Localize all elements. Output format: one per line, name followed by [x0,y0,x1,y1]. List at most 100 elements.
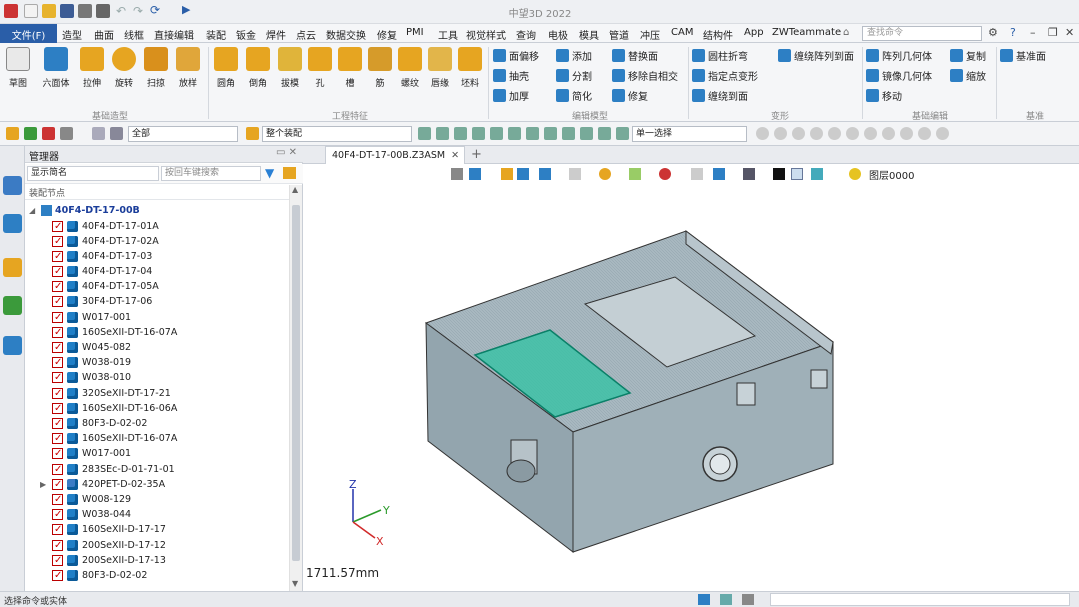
filter-funnel-icon[interactable]: ▼ [265,166,274,180]
settings-icon[interactable]: ⚙ [988,26,998,39]
visibility-checkbox[interactable] [52,477,63,492]
play-icon[interactable]: ▶ [182,3,190,16]
snap-icon[interactable] [526,127,539,140]
snap-icon[interactable] [490,127,503,140]
loft-button[interactable]: 放样 [174,47,202,89]
move-button[interactable]: 移动 [866,88,902,104]
right-connector[interactable] [810,369,828,389]
menu-item[interactable]: 模具 [579,27,599,42]
command-search-input[interactable]: 查找命令 [862,26,982,41]
menu-item[interactable]: 查询 [516,27,536,42]
circle-icon[interactable] [828,127,841,140]
visibility-checkbox[interactable] [52,310,63,325]
help-icon[interactable]: ? [1010,26,1016,39]
visibility-checkbox[interactable] [52,279,63,294]
menu-item[interactable]: 造型 [62,27,82,42]
remove-self-intersect-button[interactable]: 移除自相交 [612,68,678,84]
status-icon[interactable] [720,594,732,605]
visibility-checkbox[interactable] [52,416,63,431]
menu-item[interactable]: CAM [671,27,693,38]
circle-icon[interactable] [846,127,859,140]
visibility-checkbox[interactable] [52,522,63,537]
tree-row[interactable]: 320SeXII-DT-17-21 [25,386,289,401]
menu-item[interactable]: 修复 [377,27,397,42]
add-filter-icon[interactable] [24,127,37,140]
wrap-to-face-button[interactable]: 缠绕到面 [692,88,748,104]
circle-icon[interactable] [900,127,913,140]
scroll-up-icon[interactable]: ▲ [292,185,298,194]
tree-row[interactable]: 160SeXII-DT-16-06A [25,401,289,416]
history-icon[interactable] [3,176,22,195]
user-icon[interactable] [3,336,22,355]
menu-item[interactable]: PMI [406,27,424,38]
status-icon[interactable] [742,594,754,605]
chamfer-button[interactable]: 倒角 [244,47,272,89]
assembly-scope-combo[interactable]: 整个装配 [262,126,412,142]
thicken-button[interactable]: 加厚 [493,88,529,104]
menu-item[interactable]: 焊件 [266,27,286,42]
sketch-button[interactable]: 草图 [4,47,32,89]
tree-row[interactable]: 40F4-DT-17-03 [25,249,289,264]
tree-row[interactable]: 160SeXII-DT-16-07A [25,431,289,446]
document-tab[interactable]: 40F4-DT-17-00B.Z3ASM ✕ [325,146,465,164]
circle-icon[interactable] [756,127,769,140]
visibility-checkbox[interactable] [52,431,63,446]
circle-icon[interactable] [792,127,805,140]
tree-row[interactable]: W038-010 [25,370,289,385]
extrude-button[interactable]: 拉伸 [78,47,106,89]
menu-item[interactable]: 直接编辑 [154,27,194,42]
tree-row[interactable]: 160SeXII-DT-16-07A [25,325,289,340]
assembly-tree-icon[interactable] [3,214,22,233]
visibility-checkbox[interactable] [52,553,63,568]
menu-item[interactable]: 点云 [296,27,316,42]
menu-item[interactable]: 冲压 [640,27,660,42]
right-connector[interactable] [736,382,756,406]
open-folder-icon[interactable] [42,4,56,18]
circle-icon[interactable] [882,127,895,140]
parts-icon[interactable] [3,258,22,277]
fillet-button[interactable]: 圆角 [212,47,240,89]
menu-item[interactable]: 结构件 [703,27,733,42]
snap-icon[interactable] [616,127,629,140]
tree-row[interactable]: 40F4-DT-17-04 [25,264,289,279]
wrap-pattern-button[interactable]: 缠绕阵列到面 [778,48,854,64]
collapse-ribbon-icon[interactable]: ⌂ [843,27,849,38]
cylinder-bend-button[interactable]: 圆柱折弯 [692,48,748,64]
visibility-checkbox[interactable] [52,355,63,370]
snap-icon[interactable] [418,127,431,140]
print-icon[interactable] [78,4,92,18]
file-menu-button[interactable]: 文件(F) [0,24,57,43]
revolve-button[interactable]: 旋转 [110,47,138,89]
cut-icon[interactable] [96,4,110,18]
menu-item[interactable]: 装配 [206,27,226,42]
visibility-checkbox[interactable] [52,249,63,264]
collapse-icon[interactable]: ◢ [29,203,35,218]
menu-item[interactable]: 电极 [548,27,568,42]
menu-item[interactable]: 数据交换 [326,27,366,42]
visibility-checkbox[interactable] [52,538,63,553]
visibility-checkbox[interactable] [52,446,63,461]
add-button[interactable]: 添加 [556,48,592,64]
tree-search-input[interactable]: 按回车键搜索 [161,166,261,181]
snap-icon[interactable] [544,127,557,140]
tree-row[interactable]: 160SeXII-D-17-17 [25,522,289,537]
point-deform-button[interactable]: 指定点变形 [692,68,758,84]
scroll-thumb[interactable] [292,205,300,561]
visibility-checkbox[interactable] [52,462,63,477]
menu-item[interactable]: 曲面 [94,27,114,42]
visibility-checkbox[interactable] [52,492,63,507]
circle-icon[interactable] [774,127,787,140]
menu-item[interactable]: 工具 [438,27,458,42]
tree-row[interactable]: W038-019 [25,355,289,370]
tree-row[interactable]: 30F4-DT-17-06 [25,294,289,309]
filter-combo[interactable]: 全部 [128,126,238,142]
snap-icon[interactable] [580,127,593,140]
tree-row[interactable]: W008-129 [25,492,289,507]
circle-icon[interactable] [810,127,823,140]
visibility-checkbox[interactable] [52,264,63,279]
panel-pin-icon[interactable]: ▭ ✕ [276,147,297,158]
copy-button[interactable]: 复制 [950,48,986,64]
repair-button[interactable]: 修复 [612,88,648,104]
tree-row[interactable]: 200SeXII-D-17-12 [25,538,289,553]
tree-row[interactable]: W038-044 [25,507,289,522]
